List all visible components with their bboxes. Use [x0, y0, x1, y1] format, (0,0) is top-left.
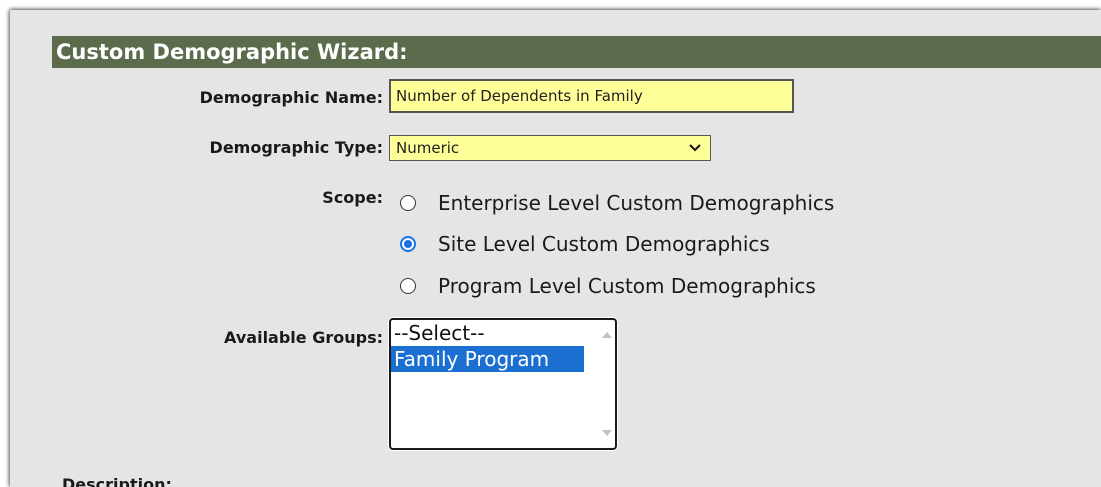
listbox-scrollbar[interactable] — [598, 320, 615, 448]
demographic-type-label: Demographic Type: — [209, 138, 383, 157]
radio-button-enterprise[interactable] — [400, 195, 416, 211]
radio-button-site[interactable] — [400, 236, 416, 252]
scope-option-label: Program Level Custom Demographics — [438, 274, 816, 298]
wizard-panel: Custom Demographic Wizard: Demographic N… — [10, 10, 1101, 487]
scope-option-program[interactable]: Program Level Custom Demographics — [400, 273, 816, 299]
scope-option-label: Enterprise Level Custom Demographics — [438, 191, 835, 215]
scope-option-label: Site Level Custom Demographics — [438, 232, 770, 256]
scope-option-site[interactable]: Site Level Custom Demographics — [400, 231, 770, 257]
wizard-title: Custom Demographic Wizard: — [52, 36, 1101, 68]
demographic-name-label: Demographic Name: — [199, 88, 383, 107]
available-groups-listbox[interactable]: --Select-- Family Program — [389, 318, 617, 450]
list-option-select[interactable]: --Select-- — [391, 320, 584, 346]
demographic-name-input[interactable] — [389, 79, 794, 113]
scope-option-enterprise[interactable]: Enterprise Level Custom Demographics — [400, 190, 834, 216]
scroll-up-arrow-icon[interactable] — [602, 332, 612, 338]
available-groups-label: Available Groups: — [224, 328, 383, 347]
scope-label: Scope: — [322, 188, 383, 207]
chevron-down-icon — [689, 144, 701, 152]
scroll-down-arrow-icon[interactable] — [602, 430, 612, 436]
list-option-family-program[interactable]: Family Program — [391, 346, 584, 372]
demographic-type-select[interactable]: Numeric — [389, 135, 711, 161]
description-label: Description: — [62, 475, 172, 487]
radio-button-program[interactable] — [400, 278, 416, 294]
demographic-type-value: Numeric — [396, 139, 460, 157]
